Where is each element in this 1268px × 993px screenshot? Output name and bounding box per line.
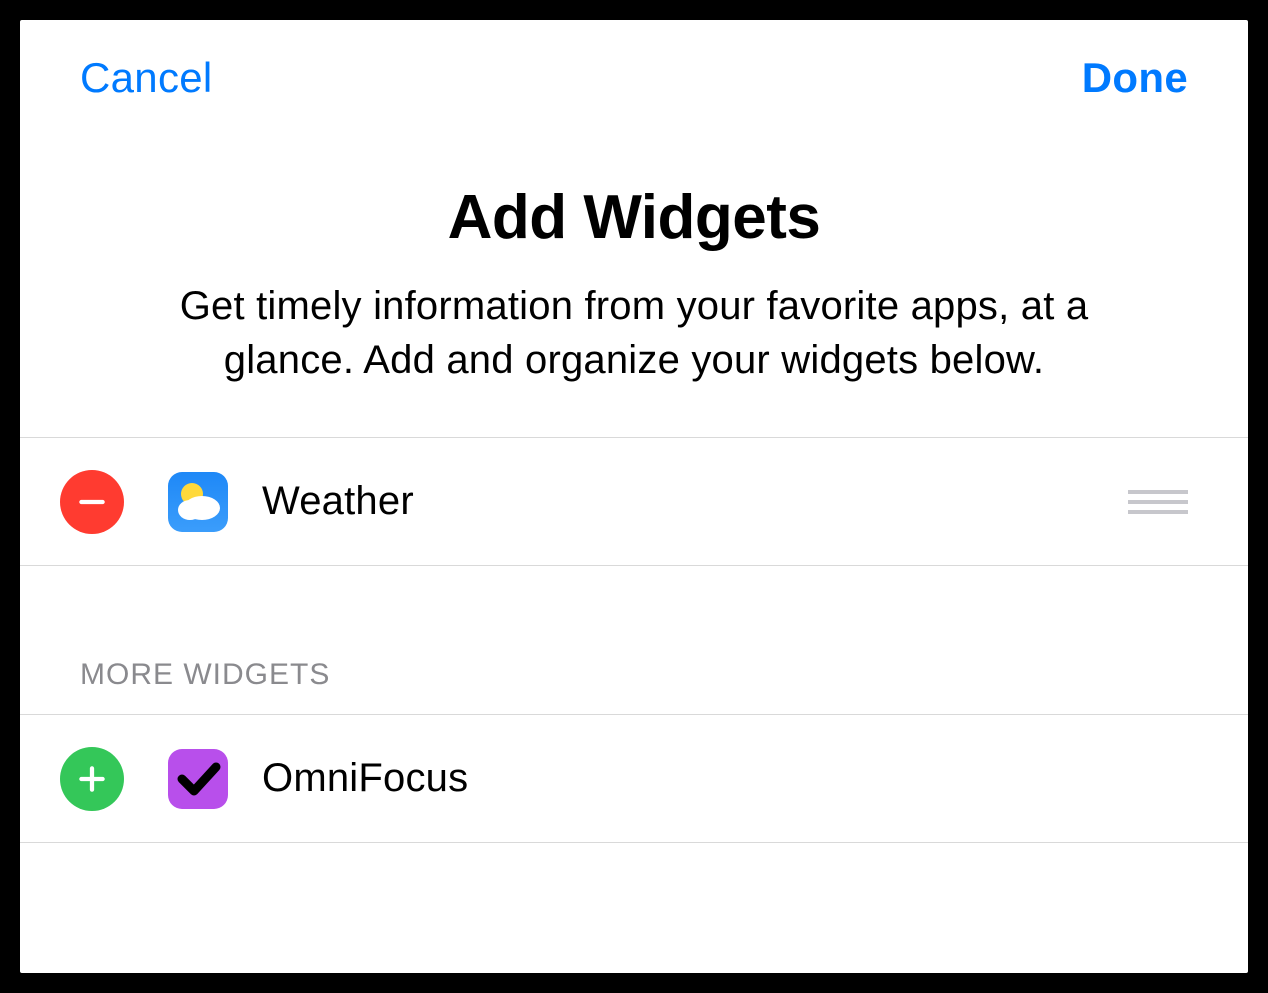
- modal-header: Cancel Done: [20, 20, 1248, 122]
- drag-handle[interactable]: [1128, 480, 1188, 524]
- minus-icon: [75, 485, 109, 519]
- widget-label: OmniFocus: [262, 756, 1188, 801]
- checkmark-icon: [168, 749, 228, 809]
- page-subtitle: Get timely information from your favorit…: [164, 279, 1104, 387]
- plus-icon: [75, 762, 109, 796]
- remove-widget-button[interactable]: [60, 470, 124, 534]
- drag-line-icon: [1128, 490, 1188, 494]
- widget-row-omnifocus[interactable]: OmniFocus: [20, 715, 1248, 843]
- widget-row-weather[interactable]: Weather: [20, 438, 1248, 566]
- cancel-button[interactable]: Cancel: [80, 54, 213, 102]
- drag-line-icon: [1128, 510, 1188, 514]
- add-widget-button[interactable]: [60, 747, 124, 811]
- widget-label: Weather: [262, 479, 1128, 524]
- omnifocus-app-icon: [168, 749, 228, 809]
- more-widgets-header: MORE WIDGETS: [20, 566, 1248, 715]
- weather-app-icon: [168, 472, 228, 532]
- active-widgets-list: Weather: [20, 437, 1248, 566]
- widgets-edit-screen: Cancel Done Add Widgets Get timely infor…: [20, 20, 1248, 973]
- weather-sun-cloud-icon: [168, 472, 228, 532]
- available-widgets-list: OmniFocus: [20, 715, 1248, 843]
- drag-line-icon: [1128, 500, 1188, 504]
- title-section: Add Widgets Get timely information from …: [20, 122, 1248, 437]
- done-button[interactable]: Done: [1082, 54, 1188, 102]
- page-title: Add Widgets: [80, 182, 1188, 253]
